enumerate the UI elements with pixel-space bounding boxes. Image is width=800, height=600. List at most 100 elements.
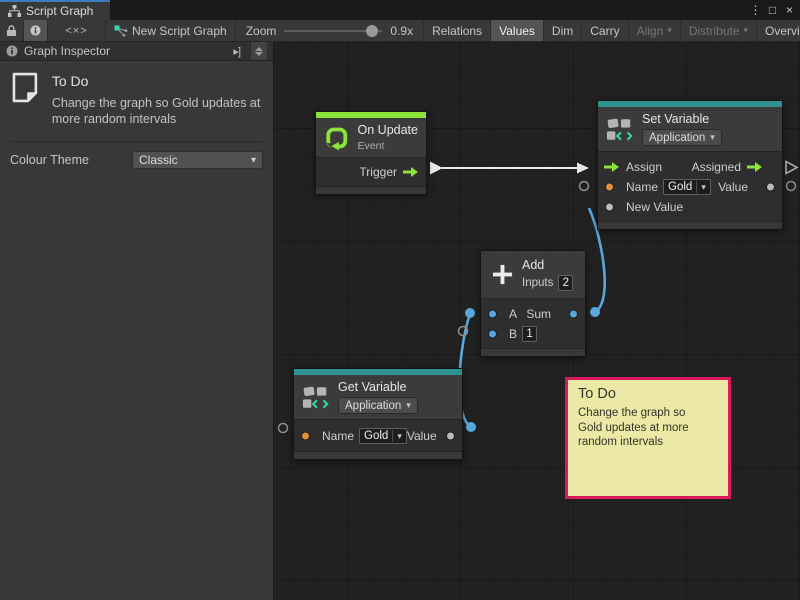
node-title: Get Variable — [338, 380, 418, 394]
sticky-note[interactable]: To Do Change the graph so Gold updates a… — [565, 377, 731, 499]
node-header[interactable]: Add Inputs 2 — [481, 251, 585, 299]
flow-arrow-icon[interactable] — [747, 162, 762, 172]
value-port[interactable] — [766, 183, 775, 192]
port-row-name-value: Name Gold ▾ Value — [294, 425, 462, 447]
plus-icon — [491, 263, 514, 286]
input-b-field[interactable]: 1 — [522, 326, 537, 342]
input-a-port[interactable] — [488, 310, 497, 319]
node-get-variable[interactable]: Get Variable Application ▾ Name Gold ▾ V… — [293, 368, 463, 460]
colour-theme-row: Colour Theme Classic ▾ — [0, 142, 273, 178]
relations-button[interactable]: Relations — [424, 20, 491, 41]
chevron-down-icon: ▾ — [397, 431, 402, 442]
chevron-down-icon: ▾ — [744, 25, 749, 36]
unconnected-port-get-name[interactable] — [279, 424, 288, 433]
value-port[interactable] — [446, 432, 455, 441]
new-script-graph-button[interactable]: New Script Graph — [106, 20, 236, 41]
new-script-graph-label: New Script Graph — [132, 24, 227, 38]
port-row-name: Name Gold ▾ Value — [598, 177, 782, 197]
panel-scroll-spinner[interactable] — [250, 42, 267, 60]
flow-connection-trigger-assign — [430, 162, 589, 175]
dock-panel-icon[interactable]: ▸] — [229, 45, 244, 58]
port-row-a-sum: A Sum — [481, 304, 585, 324]
chevron-down-icon: ▾ — [406, 400, 411, 411]
inputs-count-field[interactable]: 2 — [558, 275, 573, 291]
dim-button[interactable]: Dim — [544, 20, 582, 41]
flow-arrow-icon[interactable] — [604, 162, 619, 172]
node-set-variable[interactable]: Set Variable Application ▾ Assign Assign… — [597, 100, 783, 230]
chevron-down-icon: ▾ — [701, 182, 706, 193]
graph-canvas[interactable]: On Update Event Trigger — [274, 42, 800, 600]
unconnected-port-add-b[interactable] — [459, 327, 468, 336]
unconnected-port-set-name[interactable] — [580, 182, 589, 191]
colour-theme-select[interactable]: Classic ▾ — [132, 151, 263, 169]
variable-scope-dropdown[interactable]: Application ▾ — [338, 397, 418, 414]
node-title: On Update — [358, 123, 418, 137]
variable-scope-dropdown[interactable]: Application ▾ — [642, 129, 722, 146]
inspector-body: To Do Change the graph so Gold updates a… — [0, 61, 273, 142]
chevron-down-icon: ▾ — [667, 25, 672, 36]
name-port[interactable] — [605, 183, 614, 192]
node-header[interactable]: Get Variable Application ▾ — [294, 375, 462, 420]
name-port-label: Name — [626, 180, 658, 194]
inspector-toggle-button[interactable] — [24, 20, 48, 41]
variable-icon — [302, 385, 330, 410]
sum-port-label: Sum — [526, 307, 551, 321]
overview-button[interactable]: Overview — [757, 20, 800, 41]
overview-label: Overview — [765, 24, 800, 38]
align-button[interactable]: Align ▾ — [629, 20, 681, 41]
window-menu-icon[interactable]: ⋮ — [747, 3, 764, 17]
zoom-slider[interactable] — [284, 24, 382, 38]
node-on-update[interactable]: On Update Event Trigger — [315, 111, 427, 195]
info-icon — [6, 45, 18, 57]
variable-icon — [606, 117, 634, 142]
variables-button[interactable]: <×> — [48, 20, 106, 41]
sticky-note-title: To Do — [578, 386, 718, 402]
close-icon[interactable]: × — [781, 3, 798, 17]
tab-title: Script Graph — [26, 4, 93, 18]
info-icon — [30, 24, 41, 37]
zoom-value: 0.9x — [390, 24, 413, 38]
spinner-up-icon[interactable] — [255, 47, 263, 51]
inspector-header[interactable]: Graph Inspector ▸] — [0, 42, 273, 61]
value-port-label: Value — [407, 429, 437, 443]
inspector-title: Graph Inspector — [24, 44, 110, 58]
code-icon: <×> — [65, 25, 87, 37]
carry-button[interactable]: Carry — [582, 20, 628, 41]
zoom-slider-handle[interactable] — [366, 25, 378, 37]
on-update-loop-icon — [324, 124, 350, 152]
sum-port[interactable] — [569, 310, 578, 319]
tab-bar: Script Graph ⋮ □ × — [0, 0, 800, 20]
graph-icon — [8, 5, 21, 17]
tab-script-graph[interactable]: Script Graph — [0, 0, 110, 20]
lock-button[interactable] — [0, 20, 24, 41]
unconnected-port-set-value[interactable] — [787, 182, 796, 191]
node-header[interactable]: Set Variable Application ▾ — [598, 107, 782, 152]
variable-name-dropdown[interactable]: Gold ▾ — [663, 179, 711, 195]
new-value-port[interactable] — [605, 203, 614, 212]
node-title: Add — [522, 258, 573, 272]
input-a-label: A — [509, 307, 517, 321]
distribute-button[interactable]: Distribute ▾ — [681, 20, 757, 41]
inspector-note-summary: To Do Change the graph so Gold updates a… — [10, 71, 263, 127]
name-port[interactable] — [301, 432, 310, 441]
script-graph-icon — [114, 25, 128, 37]
chevron-down-icon: ▾ — [251, 155, 256, 166]
flow-arrow-icon[interactable] — [403, 167, 418, 177]
dim-label: Dim — [552, 24, 573, 38]
values-label: Values — [499, 24, 535, 38]
graph-inspector-panel: Graph Inspector ▸] To Do Change the grap… — [0, 42, 274, 600]
colour-theme-label: Colour Theme — [10, 153, 132, 167]
variable-name-dropdown[interactable]: Gold ▾ — [359, 428, 407, 444]
input-b-port[interactable] — [488, 330, 497, 339]
port-row-trigger: Trigger — [316, 158, 426, 186]
unconnected-port-set-assigned[interactable] — [786, 162, 797, 174]
distribute-label: Distribute — [689, 24, 740, 38]
maximize-icon[interactable]: □ — [764, 3, 781, 17]
field-divider — [392, 430, 393, 442]
sticky-note-text: Change the graph so Gold updates at more… — [578, 406, 710, 450]
node-header[interactable]: On Update Event — [316, 118, 426, 158]
zoom-control: Zoom 0.9x — [236, 20, 424, 41]
values-button[interactable]: Values — [491, 20, 544, 41]
spinner-down-icon[interactable] — [255, 52, 263, 56]
node-add[interactable]: Add Inputs 2 A Sum B 1 — [480, 250, 586, 357]
